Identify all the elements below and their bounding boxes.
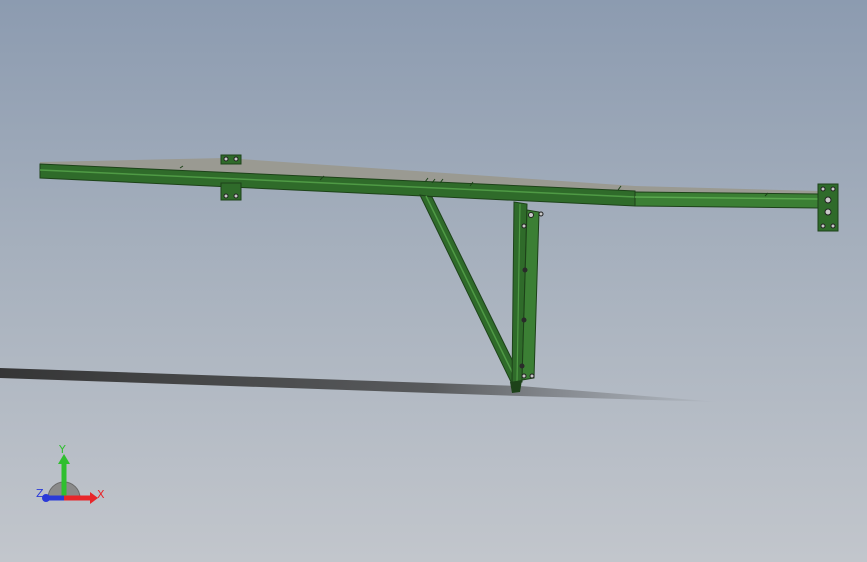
orientation-triad[interactable]: X Y Z	[30, 440, 120, 510]
y-axis-label: Y	[59, 443, 66, 456]
z-axis-label: Z	[36, 487, 44, 500]
ground-shadow	[0, 368, 720, 402]
model-view[interactable]	[0, 0, 867, 562]
right-end-plate[interactable]	[817, 183, 839, 232]
brace-highlight	[425, 195, 518, 383]
x-axis-label: X	[97, 488, 105, 501]
main-beam-right[interactable]	[634, 191, 819, 209]
graphics-viewport[interactable]: X Y Z	[0, 0, 867, 562]
